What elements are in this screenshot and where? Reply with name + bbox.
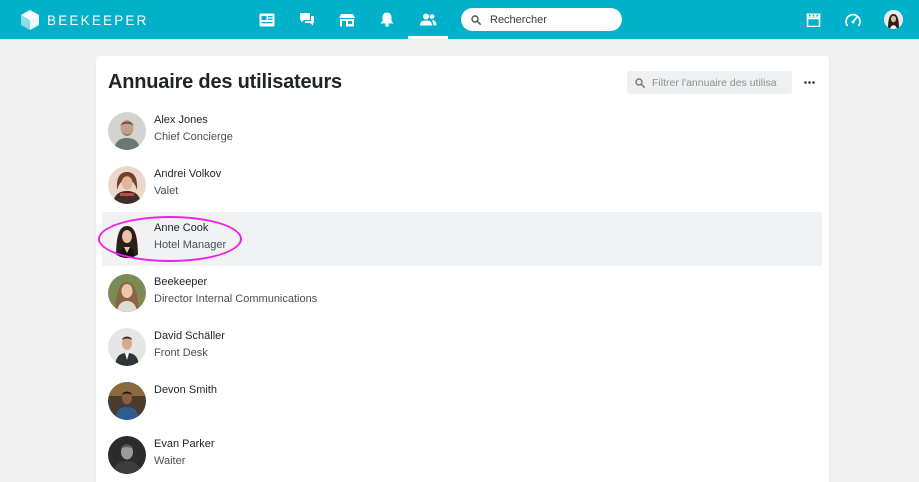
kiosk-icon	[806, 13, 820, 27]
user-role: Waiter	[154, 455, 186, 467]
more-horizontal-icon	[803, 80, 815, 84]
user-avatar	[108, 220, 146, 258]
chat-icon	[300, 13, 314, 26]
nav-shop[interactable]	[327, 0, 367, 39]
user-row-alex-jones[interactable]: Alex Jones Chief Concierge	[102, 104, 822, 158]
directory-filter[interactable]	[627, 71, 792, 94]
user-name: Alex Jones	[154, 114, 208, 126]
user-row-beekeeper[interactable]: Beekeeper Director Internal Communicatio…	[102, 266, 822, 320]
user-row-devon-smith[interactable]: Devon Smith	[102, 374, 822, 428]
user-row-anne-cook[interactable]: Anne Cook Hotel Manager	[102, 212, 822, 266]
search-icon	[635, 77, 645, 88]
user-role: Director Internal Communications	[154, 293, 318, 305]
page-title: Annuaire des utilisateurs	[108, 71, 342, 93]
user-directory-card: Annuaire des utilisateurs Al	[96, 56, 829, 482]
directory-filter-input[interactable]	[652, 76, 792, 89]
user-role: Valet	[154, 185, 179, 197]
user-role: Hotel Manager	[154, 239, 227, 251]
user-avatar	[108, 112, 146, 150]
user-name: Devon Smith	[154, 384, 217, 396]
global-search[interactable]	[461, 8, 622, 31]
user-avatar	[108, 436, 146, 474]
brand-logo[interactable]: BEEKEEPER	[21, 10, 149, 30]
brand-name: BEEKEEPER	[47, 12, 149, 28]
news-icon	[259, 13, 275, 26]
beekeeper-logo-icon	[21, 10, 39, 30]
user-name: Anne Cook	[154, 222, 209, 234]
user-avatar	[108, 382, 146, 420]
nav-kiosk[interactable]	[793, 0, 833, 39]
nav-news[interactable]	[247, 0, 287, 39]
user-row-andrei-volkov[interactable]: Andrei Volkov Valet	[102, 158, 822, 212]
search-icon	[471, 14, 481, 25]
user-avatar	[108, 166, 146, 204]
user-name: Andrei Volkov	[154, 168, 222, 180]
user-role: Chief Concierge	[154, 131, 233, 143]
search-input[interactable]	[490, 13, 610, 26]
nav-chat[interactable]	[287, 0, 327, 39]
user-row-evan-parker[interactable]: Evan Parker Waiter	[102, 428, 822, 482]
user-avatar	[108, 274, 146, 312]
users-icon	[420, 13, 437, 26]
user-name: David Schäller	[154, 330, 225, 342]
user-name: Beekeeper	[154, 276, 208, 288]
user-avatar	[108, 328, 146, 366]
user-role: Front Desk	[154, 347, 208, 359]
nav-notifications[interactable]	[367, 0, 407, 39]
nav-directory[interactable]	[408, 0, 448, 39]
dashboard-gauge-icon	[845, 13, 861, 26]
more-options-button[interactable]	[802, 74, 816, 90]
nav-dashboard[interactable]	[833, 0, 873, 39]
user-name: Evan Parker	[154, 438, 215, 450]
top-navigation-bar: BEEKEEPER	[0, 0, 919, 39]
profile-avatar[interactable]	[884, 10, 903, 29]
user-row-david-schaller[interactable]: David Schäller Front Desk	[102, 320, 822, 374]
shop-icon	[339, 13, 355, 26]
bell-icon	[380, 12, 394, 27]
